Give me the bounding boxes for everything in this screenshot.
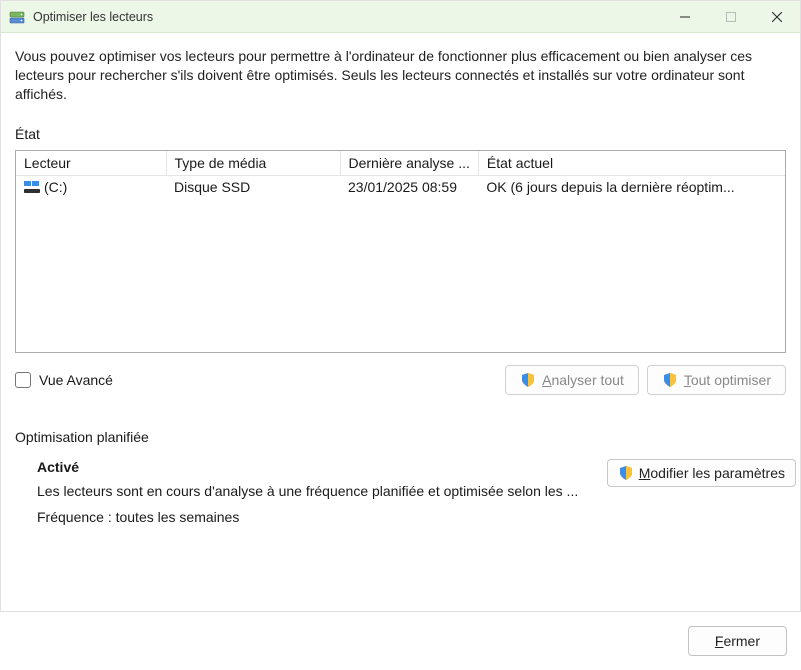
table-row[interactable]: (C:) Disque SSD 23/01/2025 08:59 OK (6 j…: [16, 175, 785, 199]
drive-icon: [24, 180, 40, 196]
shield-icon: [662, 372, 678, 388]
close-button[interactable]: Fermer: [688, 626, 787, 656]
titlebar: Optimiser les lecteurs: [1, 1, 800, 33]
close-window-button[interactable]: [754, 1, 800, 32]
status-section-label: État: [15, 126, 786, 142]
col-header-state[interactable]: État actuel: [478, 151, 785, 176]
modify-settings-button[interactable]: Modifier les paramètres: [607, 459, 796, 487]
window-title: Optimiser les lecteurs: [33, 10, 662, 24]
cell-state: OK (6 jours depuis la dernière réoptim..…: [478, 175, 785, 199]
scheduled-block: Activé Les lecteurs sont en cours d'anal…: [15, 459, 786, 535]
list-toolbar: Vue Avancé Analyser tout Tout optimiser: [15, 365, 786, 395]
advanced-view-checkbox[interactable]: Vue Avancé: [15, 372, 113, 388]
col-header-media[interactable]: Type de média: [166, 151, 340, 176]
minimize-button[interactable]: [662, 1, 708, 32]
maximize-button[interactable]: [708, 1, 754, 32]
cell-last-analysis: 23/01/2025 08:59: [340, 175, 478, 199]
shield-icon: [520, 372, 536, 388]
scheduled-status: Activé: [37, 459, 607, 475]
close-button-label: Fermer: [715, 633, 760, 649]
optimize-all-label: Tout optimiser: [684, 372, 771, 388]
footer: Fermer: [0, 611, 801, 670]
advanced-view-label: Vue Avancé: [39, 372, 113, 388]
drive-name-text: (C:): [44, 179, 67, 195]
description-text: Vous pouvez optimiser vos lecteurs pour …: [15, 47, 786, 104]
app-icon: [9, 9, 25, 25]
shield-icon: [618, 465, 634, 481]
drive-list[interactable]: Lecteur Type de média Dernière analyse .…: [15, 150, 786, 353]
checkbox-box: [15, 372, 31, 388]
content-area: Vous pouvez optimiser vos lecteurs pour …: [1, 33, 800, 535]
optimize-all-button[interactable]: Tout optimiser: [647, 365, 786, 395]
analyze-all-label: Analyser tout: [542, 372, 624, 388]
scheduled-frequency: Fréquence : toutes les semaines: [37, 509, 607, 525]
col-header-last-analysis[interactable]: Dernière analyse ...: [340, 151, 478, 176]
cell-drive-name: (C:): [16, 175, 166, 199]
scheduled-description: Les lecteurs sont en cours d'analyse à u…: [37, 483, 607, 499]
window-controls: [662, 1, 800, 32]
col-header-drive[interactable]: Lecteur: [16, 151, 166, 176]
modify-settings-label: Modifier les paramètres: [639, 465, 785, 481]
scheduled-heading: Optimisation planifiée: [15, 429, 786, 445]
cell-media-type: Disque SSD: [166, 175, 340, 199]
analyze-all-button[interactable]: Analyser tout: [505, 365, 639, 395]
